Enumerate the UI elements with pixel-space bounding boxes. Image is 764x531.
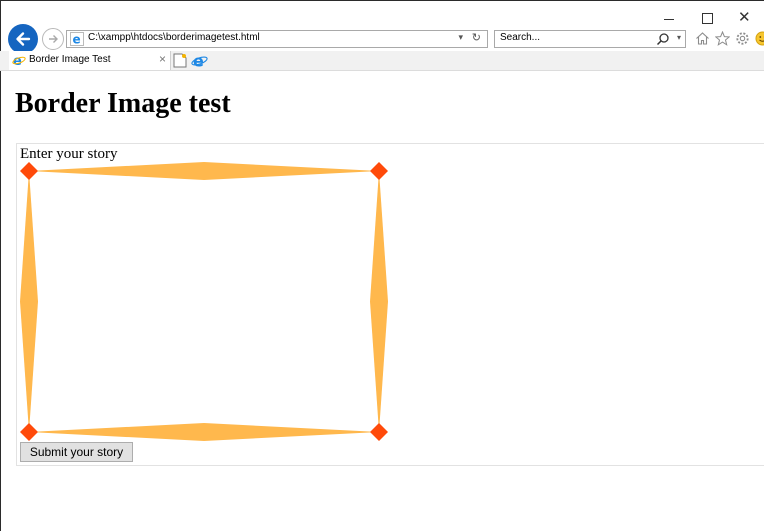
maximize-icon [702, 13, 713, 24]
refresh-icon[interactable]: ↻ [472, 31, 481, 44]
forward-arrow-icon [49, 35, 58, 43]
submit-button[interactable]: Submit your story [20, 442, 133, 462]
tab-border-image-test[interactable]: e Border Image Test × [9, 51, 171, 70]
tab-close-icon[interactable]: × [159, 52, 166, 66]
window-controls: ✕ [650, 8, 764, 28]
minimize-icon [664, 19, 674, 20]
favorites-star-icon[interactable] [714, 30, 730, 46]
search-icon[interactable] [656, 32, 670, 46]
new-tab-icon[interactable] [173, 53, 187, 68]
ie-logo-icon: e [12, 54, 26, 67]
tab-label: Border Image Test [29, 54, 111, 65]
svg-text:e: e [73, 33, 81, 47]
close-window-button[interactable]: ✕ [726, 8, 764, 28]
search-placeholder[interactable]: Search... [500, 32, 540, 43]
search-dropdown-icon[interactable]: ▾ [677, 33, 681, 42]
minimize-button[interactable] [650, 10, 688, 28]
page-title: Border Image test [15, 88, 231, 119]
smiley-feedback-icon[interactable] [754, 30, 764, 46]
back-arrow-icon [16, 32, 31, 46]
story-textarea[interactable] [19, 161, 389, 442]
ie-logo-icon: e [70, 32, 84, 46]
tab-row: e Border Image Test × e [0, 51, 764, 71]
search-input[interactable]: Search... ▾ [494, 30, 686, 48]
settings-gear-icon[interactable] [734, 30, 750, 46]
back-button[interactable] [8, 24, 38, 54]
forward-button[interactable] [42, 28, 64, 50]
ie-logo-icon[interactable]: e [191, 52, 208, 69]
address-dropdown-icon[interactable]: ▾ [458, 32, 463, 43]
toolbar-icons [694, 30, 764, 46]
home-icon[interactable] [694, 30, 710, 46]
address-text[interactable]: C:\xampp\htdocs\borderimagetest.html [88, 32, 260, 43]
address-bar[interactable]: e C:\xampp\htdocs\borderimagetest.html ▾… [66, 30, 488, 48]
close-icon: ✕ [738, 8, 751, 26]
maximize-button[interactable] [688, 10, 726, 28]
